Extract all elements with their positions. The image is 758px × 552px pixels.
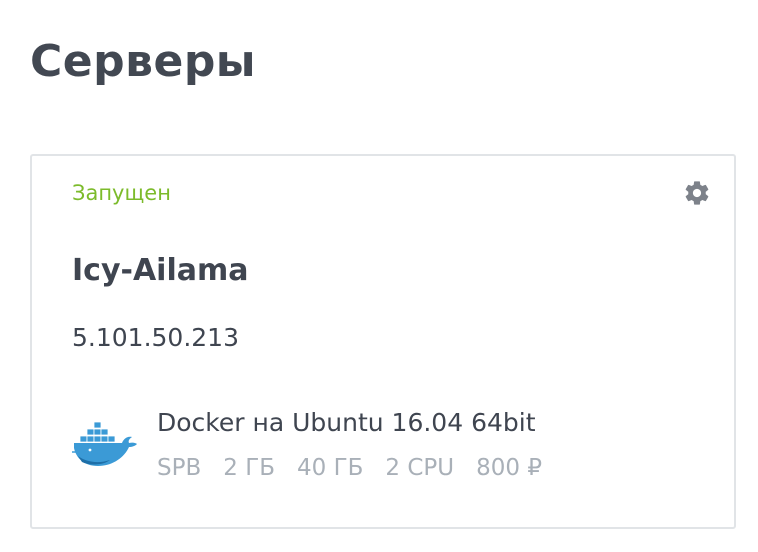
server-card[interactable]: Запущен Icy-Ailama 5.101.50.213 Docker н… [30, 154, 736, 529]
page-title: Серверы [30, 36, 257, 87]
server-specs: SPB 2 ГБ 40 ГБ 2 CPU 800 ₽ [157, 452, 542, 484]
spec-disk: 40 ГБ [297, 455, 364, 481]
os-name: Docker на Ubuntu 16.04 64bit [157, 408, 536, 437]
status-badge: Запущен [72, 181, 171, 205]
server-name[interactable]: Icy-Ailama [72, 251, 248, 291]
spec-price: 800 ₽ [476, 455, 542, 481]
server-settings-button[interactable] [682, 178, 712, 208]
spec-cpu: 2 CPU [385, 455, 455, 481]
gear-icon [685, 181, 709, 205]
os-info: Docker на Ubuntu 16.04 64bit SPB 2 ГБ 40… [72, 406, 692, 486]
spec-ram: 2 ГБ [223, 455, 275, 481]
docker-whale-icon [72, 421, 137, 466]
server-ip: 5.101.50.213 [72, 323, 239, 352]
spec-region: SPB [157, 455, 202, 481]
